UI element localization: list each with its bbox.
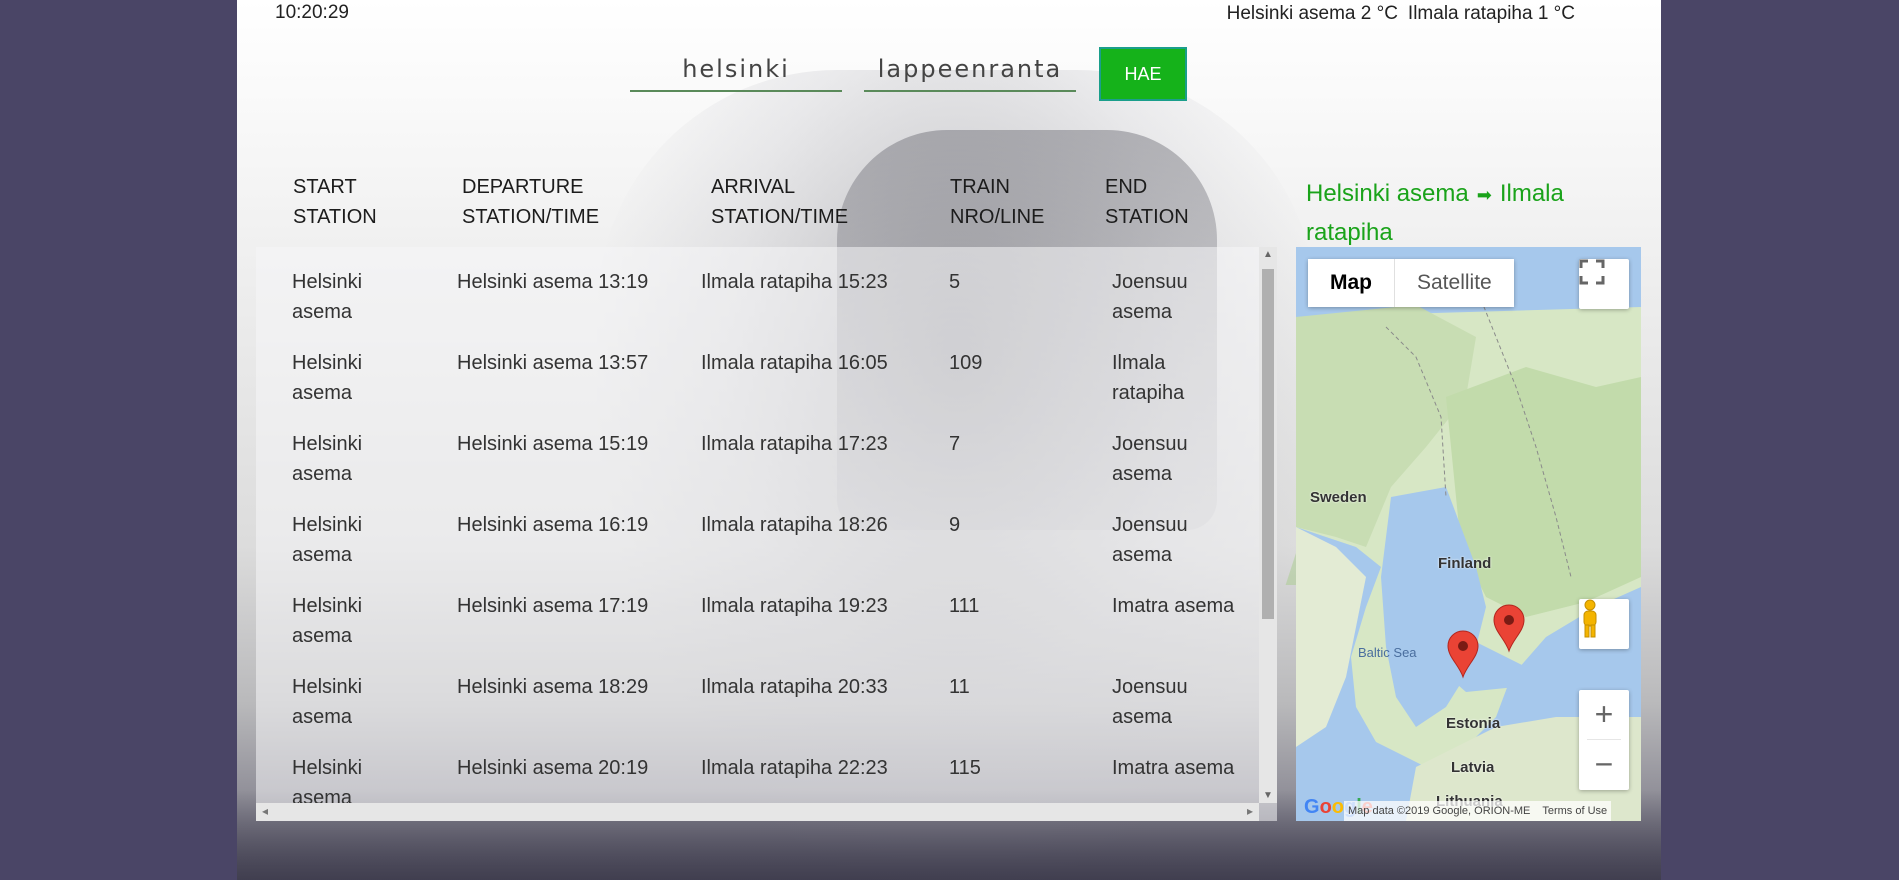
terms-of-use-link[interactable]: Terms of Use (1542, 805, 1607, 817)
cell-end: Imatra asema (1112, 595, 1235, 617)
cell-train: 11 (949, 676, 970, 698)
cell-arrival: Ilmala ratapiha 22:23 (701, 757, 888, 779)
cell-arrival: Ilmala ratapiha 16:05 (701, 352, 888, 374)
header-arrival: ARRIVAL STATION/TIME (711, 176, 849, 228)
cell-arrival: Ilmala ratapiha 20:33 (701, 676, 888, 698)
weather-info: Helsinki asema 2 °C Ilmala ratapiha 1 °C (1227, 3, 1575, 25)
header-end-station: END STATION (1105, 176, 1189, 228)
table-header: START STATION DEPARTURE STATION/TIME ARRIV… (237, 172, 1277, 242)
table-row[interactable]: Helsinki asema Helsinki asema 13:19 Ilma… (256, 247, 1259, 328)
map-label-latvia: Latvia (1451, 759, 1495, 776)
weather-station-2: Ilmala ratapiha 1 °C (1407, 3, 1575, 24)
map-label-finland: Finland (1438, 555, 1492, 572)
zoom-in-button[interactable]: + (1579, 690, 1629, 739)
clock: 10:20:29 (275, 2, 349, 23)
table-row[interactable]: Helsinki asema Helsinki asema 18:29 Ilma… (256, 652, 1259, 733)
cell-start: Helsinki asema (292, 595, 363, 647)
map-label-baltic-sea: Baltic Sea (1358, 645, 1417, 660)
cell-end: Imatra asema (1112, 757, 1235, 779)
table-row[interactable]: Helsinki asema Helsinki asema 15:19 Ilma… (256, 409, 1259, 490)
table-row[interactable]: Helsinki asema Helsinki asema 20:19 Ilma… (256, 733, 1259, 814)
map-marker-icon[interactable] (1446, 629, 1480, 679)
cell-start: Helsinki asema (292, 271, 363, 323)
map-attribution: Map data ©2019 Google, ORION-ME Terms of … (1344, 801, 1612, 821)
cell-end: Joensuu asema (1112, 514, 1188, 566)
cell-end: Ilmala ratapiha (1112, 352, 1185, 404)
route-map[interactable]: Sweden Finland Baltic Sea Estonia Latvia… (1296, 247, 1641, 821)
map-type-control: Map Satellite (1308, 259, 1514, 307)
satellite-view-button[interactable]: Satellite (1395, 259, 1514, 307)
zoom-control: + − (1579, 690, 1629, 790)
map-data-credit: Map data ©2019 Google, ORION-ME (1348, 805, 1531, 817)
map-label-estonia: Estonia (1446, 715, 1501, 732)
cell-departure: Helsinki asema 17:19 (457, 595, 649, 617)
cell-arrival: Ilmala ratapiha 19:23 (701, 595, 888, 617)
cell-start: Helsinki asema (292, 514, 363, 566)
table-row[interactable]: Helsinki asema Helsinki asema 16:19 Ilma… (256, 490, 1259, 571)
cell-train: 115 (949, 757, 981, 779)
cell-start: Helsinki asema (292, 676, 363, 728)
cell-train: 5 (949, 271, 961, 293)
cell-start: Helsinki asema (292, 352, 363, 404)
cell-departure: Helsinki asema 13:19 (457, 271, 649, 293)
cell-start: Helsinki asema (292, 433, 363, 485)
cell-departure: Helsinki asema 13:57 (457, 352, 649, 374)
weather-station-1: Helsinki asema 2 °C (1226, 3, 1398, 24)
vertical-scrollbar[interactable]: ▲ ▼ (1259, 247, 1277, 803)
cell-train: 111 (949, 595, 980, 617)
cell-departure: Helsinki asema 18:29 (457, 676, 649, 698)
cell-arrival: Ilmala ratapiha 18:26 (701, 514, 888, 536)
cell-departure: Helsinki asema 15:19 (457, 433, 649, 455)
fullscreen-icon[interactable] (1579, 259, 1629, 309)
header-train: TRAIN NRO/LINE (950, 176, 1045, 228)
cell-train: 9 (949, 514, 961, 536)
cell-departure: Helsinki asema 16:19 (457, 514, 649, 536)
cell-train: 7 (949, 433, 961, 455)
cell-arrival: Ilmala ratapiha 15:23 (701, 271, 888, 293)
map-marker-icon[interactable] (1492, 603, 1526, 653)
table-row[interactable]: Helsinki asema Helsinki asema 17:19 Ilma… (256, 571, 1259, 652)
scroll-right-icon[interactable]: ▸ (1247, 804, 1253, 818)
scroll-left-icon[interactable]: ◂ (262, 804, 268, 818)
header-departure: DEPARTURE STATION/TIME (462, 176, 600, 228)
route-from: Helsinki asema (1306, 180, 1469, 207)
cell-end: Joensuu asema (1112, 433, 1188, 485)
train-table[interactable]: Helsinki asema Helsinki asema 13:19 Ilma… (256, 247, 1277, 821)
cell-departure: Helsinki asema 20:19 (457, 757, 649, 779)
route-title: Helsinki asema ➡ Ilmala ratapiha (1306, 175, 1636, 251)
header-start-station: START STATION (293, 176, 377, 228)
cell-train: 109 (949, 352, 983, 374)
pegman-icon[interactable] (1579, 599, 1629, 649)
cell-end: Joensuu asema (1112, 676, 1188, 728)
cell-end: Joensuu asema (1112, 271, 1188, 323)
horizontal-scrollbar[interactable]: ◂ ▸ (256, 803, 1259, 821)
scroll-down-icon[interactable]: ▼ (1263, 790, 1273, 801)
arrow-right-icon: ➡ (1476, 185, 1492, 205)
search-button[interactable]: HAE (1099, 47, 1187, 101)
map-view-button[interactable]: Map (1308, 259, 1395, 307)
to-station-input[interactable] (864, 48, 1076, 92)
scroll-up-icon[interactable]: ▲ (1263, 249, 1273, 260)
zoom-out-button[interactable]: − (1579, 740, 1629, 789)
scrollbar-thumb[interactable] (1262, 269, 1274, 619)
cell-arrival: Ilmala ratapiha 17:23 (701, 433, 888, 455)
table-row[interactable]: Helsinki asema Helsinki asema 13:57 Ilma… (256, 328, 1259, 409)
from-station-input[interactable] (630, 48, 842, 92)
map-label-sweden: Sweden (1310, 489, 1367, 506)
page: 10:20:29 Helsinki asema 2 °C Ilmala ratap… (237, 0, 1661, 880)
